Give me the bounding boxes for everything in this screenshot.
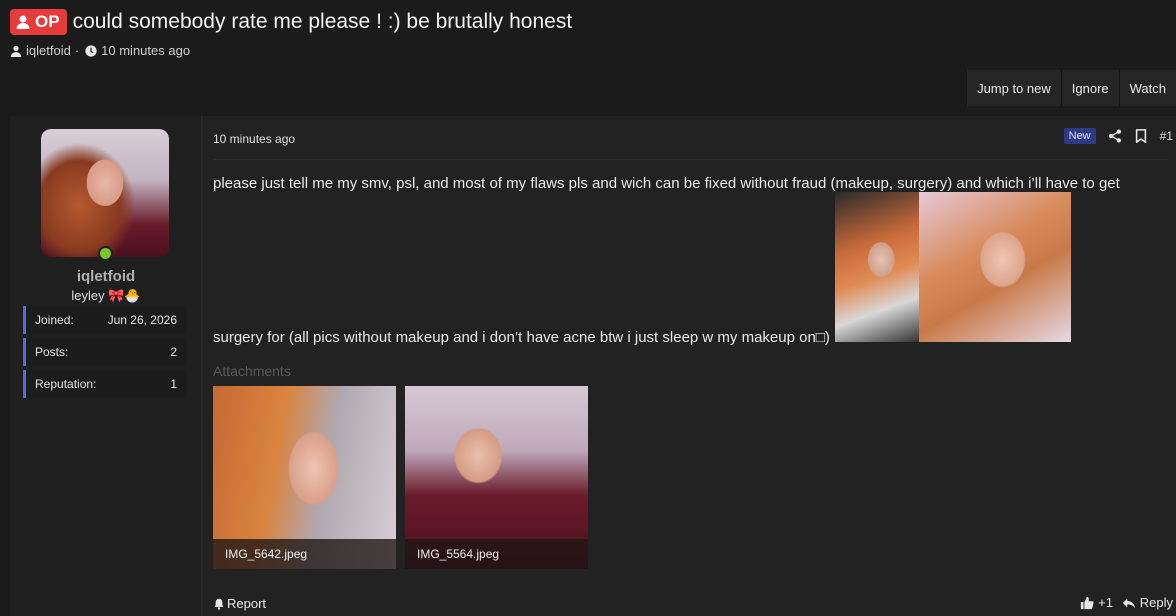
stat-posts: Posts: 2: [23, 338, 187, 366]
user-sidebar: iqletfoid leyley 🎀🐣 Joined: Jun 26, 2026…: [10, 116, 202, 616]
user-icon: [16, 15, 30, 29]
post-date[interactable]: 10 minutes ago: [213, 132, 295, 146]
attachments-label: Attachments: [213, 363, 291, 379]
thread-action-bar: Jump to new Ignore Watch: [966, 70, 1176, 106]
op-badge-label: OP: [35, 12, 60, 31]
clock-icon: [85, 44, 97, 57]
post-tools: New #1: [1063, 128, 1173, 144]
attachment-filename: IMG_5564.jpeg: [405, 539, 588, 569]
stat-label: Reputation:: [35, 377, 97, 391]
username[interactable]: iqletfoid: [10, 268, 202, 285]
new-badge: New: [1063, 128, 1096, 144]
stat-label: Joined:: [35, 313, 74, 327]
inline-image[interactable]: [919, 192, 1071, 342]
avatar[interactable]: [41, 129, 169, 257]
stat-value: 1: [170, 377, 177, 391]
post-body-line: please just tell me my smv, psl, and mos…: [213, 175, 1120, 192]
stat-reputation: Reputation: 1: [23, 370, 187, 398]
reaction-count: +1: [1098, 595, 1113, 610]
post-divider: [213, 159, 1168, 160]
bookmark-icon[interactable]: [1134, 129, 1148, 143]
thread-author-link[interactable]: iqletfoid: [26, 43, 71, 58]
thread-meta: iqletfoid · 10 minutes ago: [10, 43, 190, 58]
thumbs-up-icon: [1081, 596, 1094, 609]
post-number[interactable]: #1: [1160, 129, 1173, 143]
ignore-button[interactable]: Ignore: [1060, 70, 1119, 106]
reaction-button[interactable]: +1: [1080, 595, 1113, 610]
stat-joined: Joined: Jun 26, 2026: [23, 306, 187, 334]
thread-header: OP could somebody rate me please ! :) be…: [10, 9, 572, 35]
jump-to-new-button[interactable]: Jump to new: [966, 70, 1061, 106]
reply-label: Reply: [1139, 595, 1173, 610]
share-icon[interactable]: [1108, 129, 1122, 143]
avatar-wrap: [41, 129, 169, 261]
inline-image[interactable]: [835, 192, 919, 342]
user-title: leyley 🎀🐣: [71, 288, 141, 303]
attachment-thumbnail[interactable]: IMG_5564.jpeg: [405, 386, 588, 569]
watch-button[interactable]: Watch: [1118, 70, 1176, 106]
thread-title: could somebody rate me please ! :) be br…: [72, 10, 573, 33]
report-label: Report: [227, 596, 267, 611]
report-button[interactable]: Report: [213, 596, 266, 611]
stat-value: Jun 26, 2026: [107, 313, 177, 327]
attachment-filename: IMG_5642.jpeg: [213, 539, 396, 569]
attachment-thumbnail[interactable]: IMG_5642.jpeg: [213, 386, 396, 569]
meta-separator: ·: [74, 43, 80, 58]
post-main: 10 minutes ago New #1 please just tell m…: [213, 116, 1173, 616]
stat-label: Posts:: [35, 345, 69, 359]
post-body-line: surgery for (all pics without makeup and…: [213, 329, 830, 346]
online-status-dot: [98, 246, 113, 261]
post: iqletfoid leyley 🎀🐣 Joined: Jun 26, 2026…: [10, 116, 1176, 616]
bell-icon: [214, 598, 224, 610]
thread-time[interactable]: 10 minutes ago: [101, 43, 190, 58]
user-icon: [10, 45, 22, 57]
stat-value: 2: [170, 345, 177, 359]
reply-icon: [1122, 598, 1135, 608]
op-badge: OP: [10, 9, 67, 35]
reply-button[interactable]: Reply: [1122, 595, 1173, 610]
